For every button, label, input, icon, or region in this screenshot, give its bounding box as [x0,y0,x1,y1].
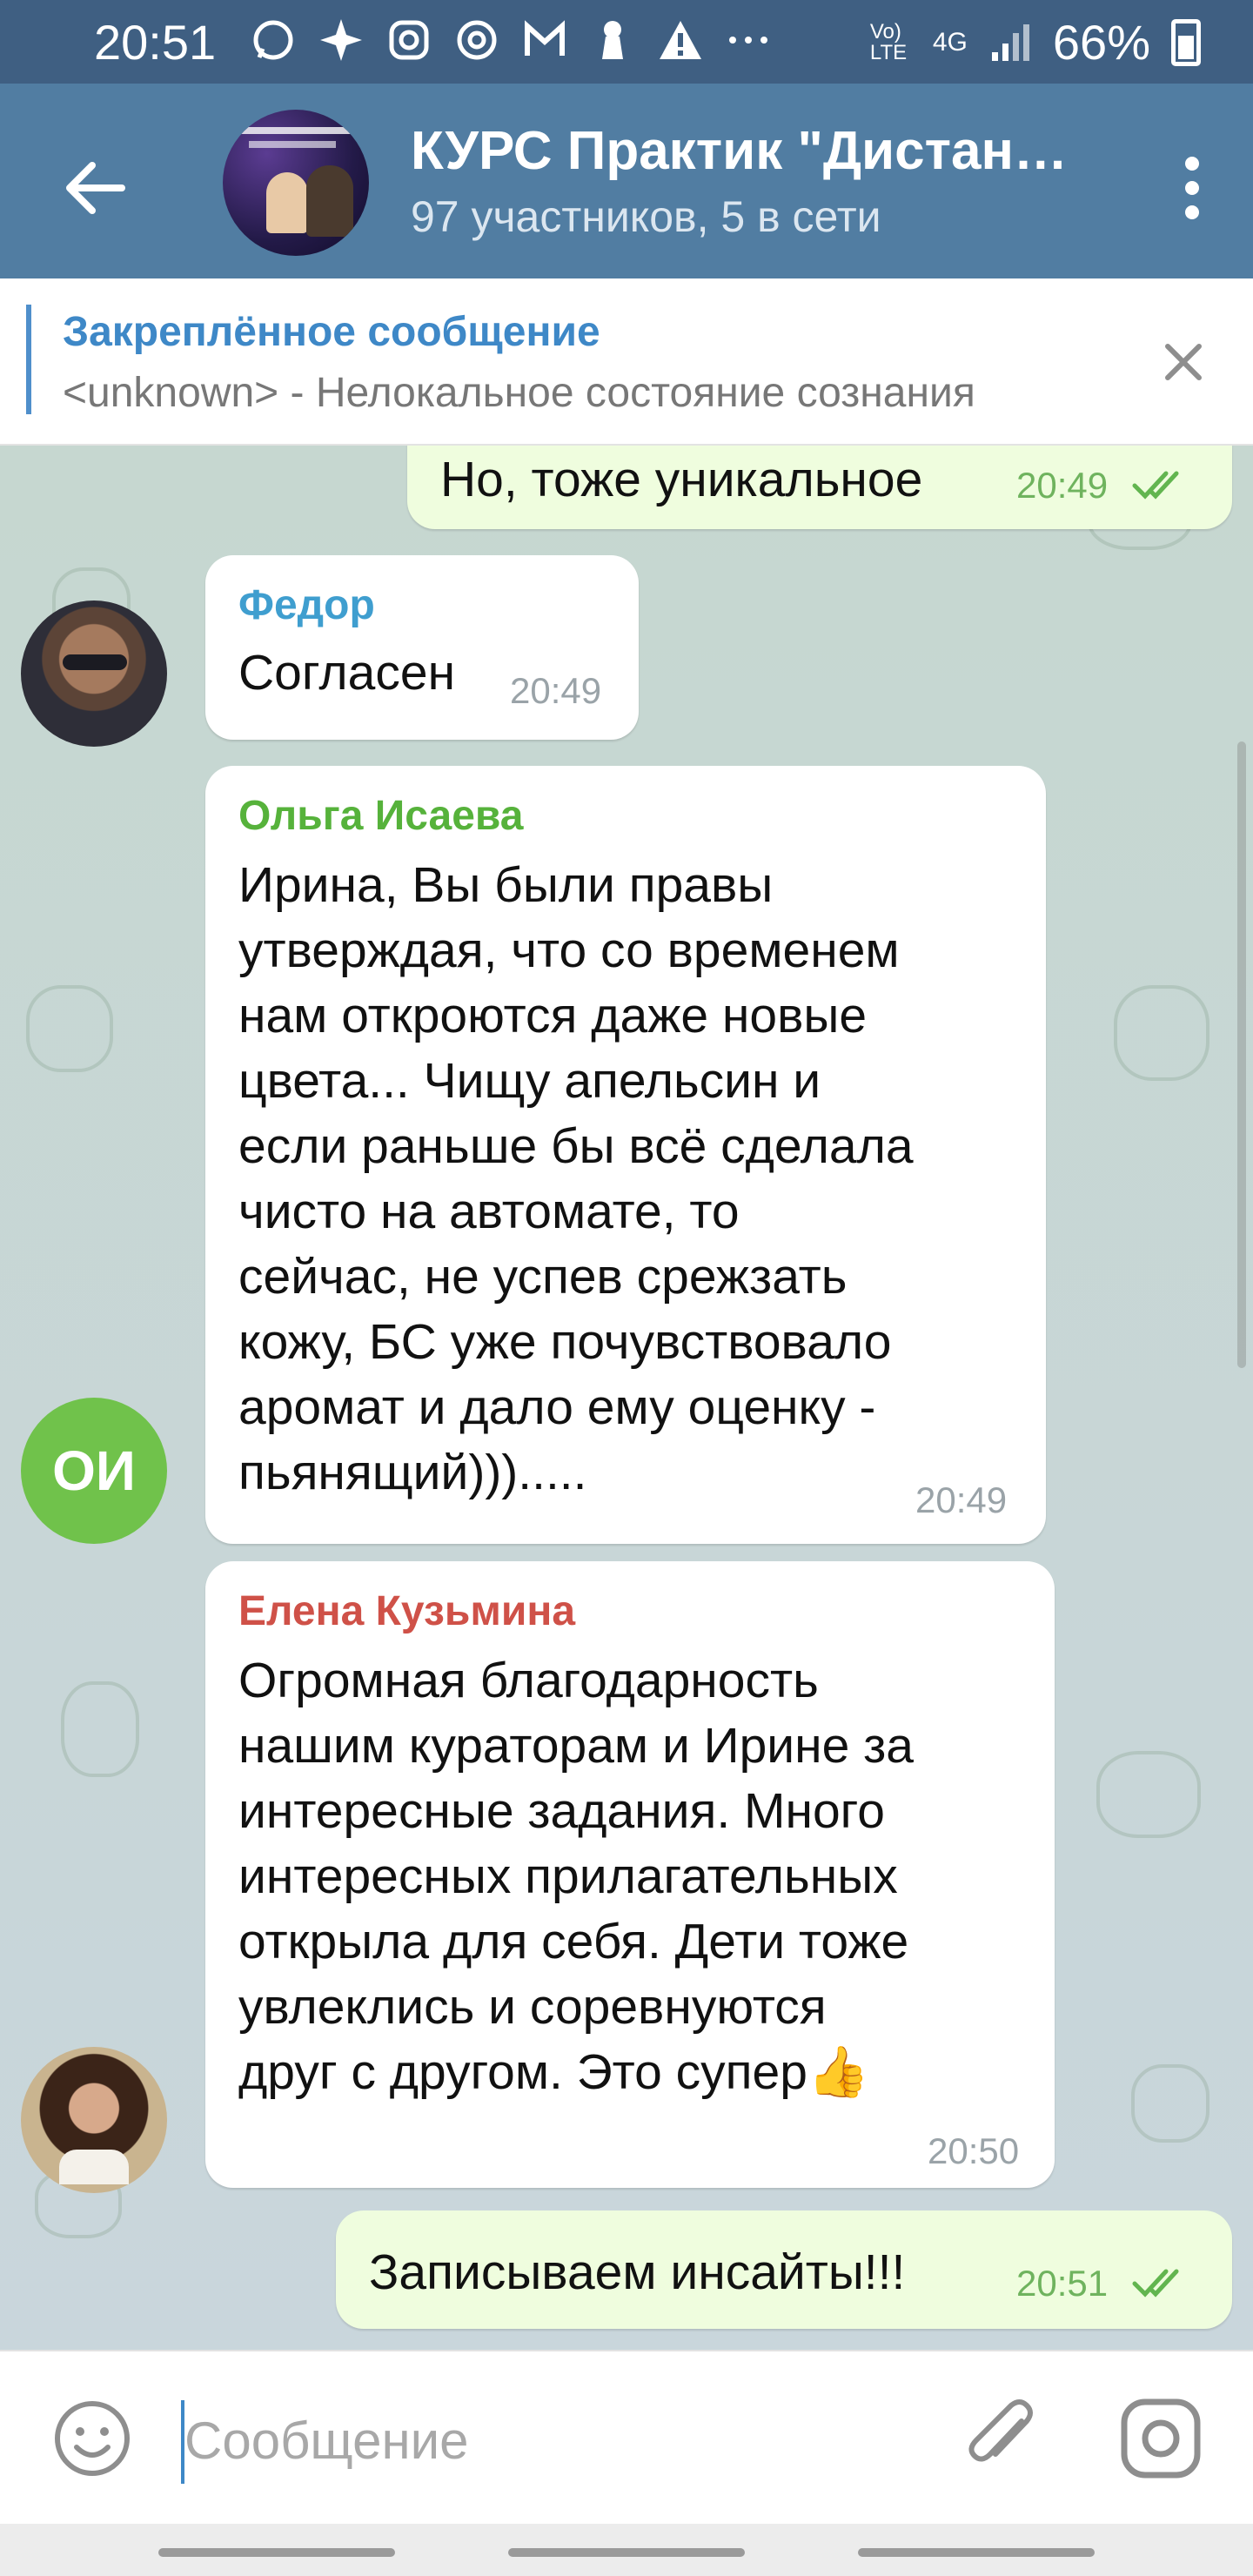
pinned-accent-bar [26,305,31,414]
nav-home-handle[interactable] [508,2548,745,2557]
message-line: аромат и дало ему оценку - [238,1379,876,1435]
keyhole-icon [602,21,623,59]
message-line: цвета... Чищу апельсин и [238,1053,821,1109]
chat-area[interactable]: Но, тоже уникальное 20:49 Федор Согласен… [0,446,1253,2350]
message-line: друг с другом. Это супер👍 [238,2044,869,2100]
message-line: кожу, БС уже почувствовало [238,1314,892,1370]
more-vert-icon[interactable] [1157,144,1227,231]
avatar-fedor[interactable] [21,600,167,747]
wallpaper-doodle [1096,1751,1201,1838]
message-time: 20:49 [1016,465,1109,506]
network-type: 4G [932,27,968,57]
status-time: 20:51 [94,15,217,70]
avatar-olga[interactable]: ОИ [21,1398,167,1544]
system-status: Vo) LTE 4G 66% [870,14,1201,70]
avatar-elena[interactable] [21,2047,167,2193]
pinned-message[interactable]: Закреплённое сообщение <unknown> - Нелок… [0,278,1253,446]
message-bubble-out[interactable]: Записываем инсайты!!! 20:51 [336,2210,1232,2329]
battery-icon [1171,18,1201,66]
message-composer [0,2350,1253,2524]
message-time: 20:49 [915,1479,1008,1520]
message-line: пьянящий)))..... [238,1445,587,1500]
signal-icon [991,23,1029,61]
gmail-icon [525,20,565,56]
message-line: чисто на автомате, то [238,1184,740,1239]
sender-name[interactable]: Федор [238,581,375,629]
volte-indicator: Vo) LTE [869,19,908,64]
battery-percent: 66% [1052,15,1150,70]
wallpaper-doodle [1114,985,1209,1081]
pinned-label: Закреплённое сообщение [63,309,600,355]
message-line: интересных прилагательных [238,1848,898,1904]
nav-recent-handle[interactable] [158,2548,395,2557]
emoji-icon[interactable] [52,2398,132,2479]
more-dots-icon [729,37,767,44]
message-time: 20:50 [928,2130,1020,2171]
camera-icon[interactable] [1119,2397,1203,2480]
system-nav-bar [0,2524,1253,2576]
notification-icons [249,16,773,64]
message-line: нам откроются даже новые [238,988,868,1043]
message-text: Записываем инсайты!!! [369,2244,906,2300]
whatsapp-icon [253,20,293,60]
message-bubble-in[interactable]: Елена Кузьмина Огромная благодарность на… [205,1561,1055,2188]
at-icon [457,20,497,60]
status-bar: 20:51 Vo) LTE 4G 66% [0,0,1253,84]
members-count[interactable]: 97 участников, 5 в сети [411,191,881,242]
avatar-initials: ОИ [52,1439,136,1502]
wallpaper-doodle [1131,2064,1209,2143]
pinned-text: <unknown> - Нелокальное состояние сознан… [63,370,975,416]
warning-icon [660,21,701,59]
chat-header: КУРС Практик "Дистанционное видение" 97 … [0,84,1253,278]
message-line: сейчас, не успев срежзать [238,1249,848,1305]
message-time: 20:51 [1016,2263,1109,2304]
message-line: интересные задания. Много [238,1783,885,1839]
message-line: увлеклись и соревнуются [238,1979,827,2035]
read-check-icon [1132,471,1179,500]
message-line: утверждая, что со временем [238,922,900,978]
message-text: Согласен [238,645,456,701]
instagram-icon [389,20,429,60]
close-icon[interactable] [1149,327,1218,397]
message-line: нашим кураторам и Ирине за [238,1718,914,1774]
message-text: Ирина, Вы были правы утверждая, что со в… [238,853,914,1506]
message-line: открыла для себя. Дети тоже [238,1914,909,1969]
message-input[interactable] [184,2397,898,2484]
message-text: Огромная благодарность нашим кураторам и… [238,1648,914,2105]
paperclip-icon[interactable] [961,2395,1044,2482]
message-line: Ирина, Вы были правы [238,857,774,913]
nav-back-handle[interactable] [858,2548,1095,2557]
scrollbar[interactable] [1237,741,1246,1368]
sender-name[interactable]: Ольга Исаева [238,792,523,840]
sender-name[interactable]: Елена Кузьмина [238,1587,575,1635]
message-line: если раньше бы всё сделала [238,1118,914,1174]
chat-title[interactable]: КУРС Практик "Дистанционное видение" [411,120,1089,182]
message-bubble-in[interactable]: Федор Согласен 20:49 [205,555,639,740]
message-bubble-in[interactable]: Ольга Исаева Ирина, Вы были правы утверж… [205,766,1046,1544]
read-check-icon [1132,2269,1179,2298]
wallpaper-doodle [61,1681,139,1777]
message-text: Но, тоже уникальное [440,452,923,507]
group-avatar[interactable] [223,110,369,256]
message-line: Огромная благодарность [238,1653,819,1708]
message-time: 20:49 [510,670,602,711]
message-bubble-out[interactable]: Но, тоже уникальное 20:49 [407,446,1232,529]
sparkle-icon [320,19,362,61]
wallpaper-doodle [26,985,113,1072]
back-arrow-icon[interactable] [52,144,139,231]
